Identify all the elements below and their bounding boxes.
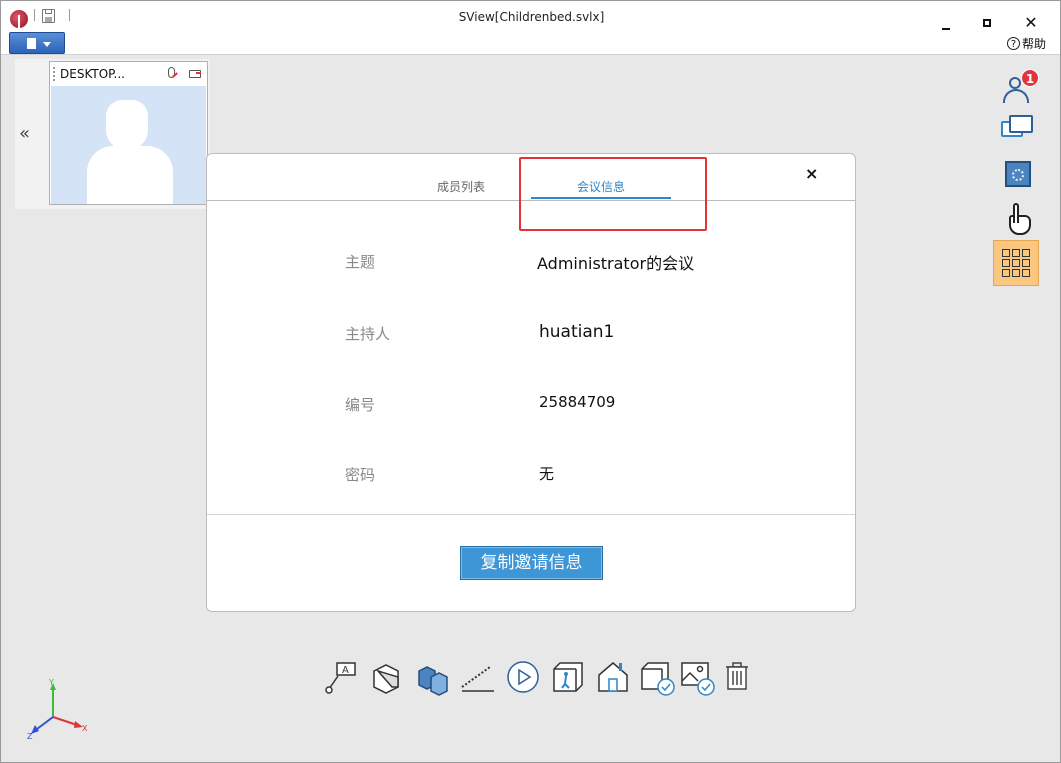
grid-icon[interactable]	[993, 240, 1039, 286]
avatar-body	[87, 146, 173, 204]
chat-bubble-front	[1009, 115, 1033, 133]
host-label: 主持人	[345, 325, 391, 343]
users-icon[interactable]: 1	[995, 69, 1039, 109]
mic-muted-icon[interactable]	[168, 67, 175, 78]
maximize-button[interactable]	[973, 11, 1003, 35]
grid-cell	[1022, 259, 1030, 267]
axis-y-label: Y	[48, 678, 54, 687]
grid-cell	[1012, 259, 1020, 267]
grid-cell	[1012, 269, 1020, 277]
chevron-down-icon	[43, 42, 51, 47]
image-check-icon[interactable]	[678, 657, 718, 697]
camera-off-icon[interactable]	[189, 70, 201, 78]
gear-icon	[1012, 169, 1024, 181]
hand-finger	[1013, 203, 1019, 223]
meeting-id-value: 25884709	[539, 393, 616, 411]
measure-icon[interactable]	[458, 657, 498, 697]
meeting-id-label: 编号	[345, 396, 376, 414]
axis-triad: Y X Z	[27, 678, 88, 741]
participant-name: DESKTOP...	[60, 67, 125, 81]
document-icon	[27, 38, 36, 49]
chat-icon[interactable]	[995, 111, 1037, 151]
close-dialog-button[interactable]: ×	[805, 164, 818, 183]
title-bar: SView[Childrenbed.svlx] ✕ ? 帮助	[1, 1, 1060, 55]
notification-badge: 1	[1021, 69, 1039, 87]
grid-cell	[1022, 249, 1030, 257]
view-check-icon[interactable]	[638, 657, 678, 697]
topic-label: 主题	[345, 253, 376, 271]
app-window: SView[Childrenbed.svlx] ✕ ? 帮助 « DESKTOP…	[0, 0, 1061, 763]
file-menu-button[interactable]	[9, 32, 65, 54]
explode-icon[interactable]	[413, 657, 453, 697]
password-value: 无	[539, 465, 555, 483]
avatar-head	[106, 100, 148, 150]
avatar	[51, 86, 206, 204]
section-view-icon[interactable]	[368, 657, 408, 697]
grid-cell	[1002, 269, 1010, 277]
axis-x-label: X	[82, 724, 88, 733]
help-icon: ?	[1007, 37, 1020, 50]
model-settings-icon[interactable]	[995, 155, 1037, 195]
grid-cell	[1012, 249, 1020, 257]
grid-cell	[1002, 259, 1010, 267]
tab-member-list[interactable]: 成员列表	[437, 178, 485, 195]
svg-text:A: A	[342, 665, 349, 676]
collapse-panel-button[interactable]: «	[19, 123, 30, 144]
highlight-annotation	[519, 157, 707, 231]
help-button[interactable]: ? 帮助	[1007, 35, 1046, 52]
bottom-toolbar: A	[323, 657, 753, 701]
delete-icon[interactable]	[718, 657, 758, 697]
grid-cell	[1022, 269, 1030, 277]
play-icon[interactable]	[503, 657, 543, 697]
drag-handle-icon[interactable]	[53, 67, 57, 81]
users-head-shape	[1009, 77, 1021, 89]
password-label: 密码	[345, 466, 376, 484]
walkthrough-icon[interactable]	[548, 657, 588, 697]
users-body-shape	[1003, 89, 1029, 103]
minimize-button[interactable]	[932, 11, 962, 35]
home-view-icon[interactable]	[593, 657, 633, 697]
annotation-icon[interactable]: A	[323, 657, 363, 697]
host-value: huatian1	[539, 322, 615, 342]
help-label: 帮助	[1022, 37, 1047, 51]
tile-header: DESKTOP...	[50, 62, 207, 86]
copy-invitation-button[interactable]: 复制邀请信息	[460, 546, 603, 580]
divider	[207, 514, 855, 515]
close-window-button[interactable]: ✕	[1016, 11, 1046, 35]
grid-cell	[1002, 249, 1010, 257]
hand-icon[interactable]	[995, 199, 1037, 239]
axis-z-label: Z	[27, 732, 33, 741]
window-title: SView[Childrenbed.svlx]	[458, 10, 605, 24]
participant-video-tile[interactable]: DESKTOP...	[49, 61, 208, 205]
topic-value: Administrator的会议	[537, 254, 695, 273]
